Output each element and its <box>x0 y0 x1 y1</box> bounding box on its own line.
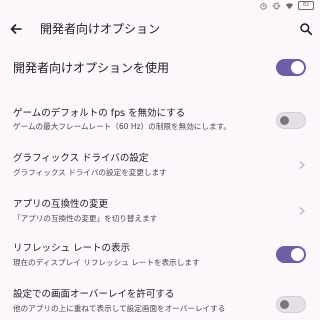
setting-title: アプリの互換性の変更 <box>13 199 109 210</box>
setting-title: リフレッシュ レートの表示 <box>13 243 131 254</box>
allow-screen-overlay-switch[interactable] <box>276 296 306 313</box>
setting-subtitle: 他のアプリの上に重ねて表示して設定画面をオーバーレイする <box>13 304 226 313</box>
status-bar: 82 <box>0 0 320 12</box>
main-toggle-label: 開発者向けオプションを使用 <box>13 61 170 75</box>
setting-subtitle: ゲームの最大フレームレート（60 Hz）の制限を無効にします。 <box>13 122 231 131</box>
setting-title: グラフィックス ドライバの設定 <box>13 153 149 164</box>
switch-knob <box>291 61 304 74</box>
switch-knob <box>291 248 304 261</box>
switch-knob <box>280 300 289 309</box>
setting-disable-game-default-fps[interactable]: ゲームのデフォルトの fps を無効にする ゲームの最大フレームレート（60 H… <box>0 104 320 140</box>
vibrate-icon <box>272 2 281 9</box>
chevron-right-icon <box>299 161 305 169</box>
setting-title: ゲームのデフォルトの fps を無効にする <box>13 108 186 119</box>
battery-icon: 82 <box>298 1 314 10</box>
alarm-icon <box>260 2 267 10</box>
status-icons: 82 <box>259 1 314 10</box>
page-title: 開発者向けオプション <box>40 22 161 36</box>
developer-options-switch[interactable] <box>276 59 306 76</box>
setting-app-compatibility[interactable]: アプリの互換性の変更 「アプリの互換性の変更」を切り替えます <box>0 196 320 230</box>
arrow-back-icon[interactable] <box>8 21 24 37</box>
disable-game-fps-switch[interactable] <box>276 112 306 129</box>
setting-title: 設定での画面オーバーレイを許可する <box>13 289 175 300</box>
setting-graphics-driver[interactable]: グラフィックス ドライバの設定 グラフィックス ドライバの設定を変更します <box>0 150 320 184</box>
setting-subtitle: 「アプリの互換性の変更」を切り替えます <box>13 214 158 223</box>
chevron-right-icon <box>299 207 305 215</box>
setting-subtitle: 現在のディスプレイ リフレッシュ レートを表示します <box>13 258 200 267</box>
show-refresh-rate-switch[interactable] <box>276 246 306 263</box>
developer-options-main-toggle-row[interactable]: 開発者向けオプションを使用 <box>0 51 320 85</box>
wifi-icon <box>285 2 294 9</box>
search-icon[interactable] <box>299 22 313 36</box>
app-bar: 開発者向けオプション <box>0 14 320 44</box>
setting-allow-screen-overlay[interactable]: 設定での画面オーバーレイを許可する 他のアプリの上に重ねて表示して設定画面をオー… <box>0 286 320 320</box>
setting-show-refresh-rate[interactable]: リフレッシュ レートの表示 現在のディスプレイ リフレッシュ レートを表示します <box>0 240 320 274</box>
switch-knob <box>280 116 289 125</box>
setting-subtitle: グラフィックス ドライバの設定を変更します <box>13 168 167 177</box>
